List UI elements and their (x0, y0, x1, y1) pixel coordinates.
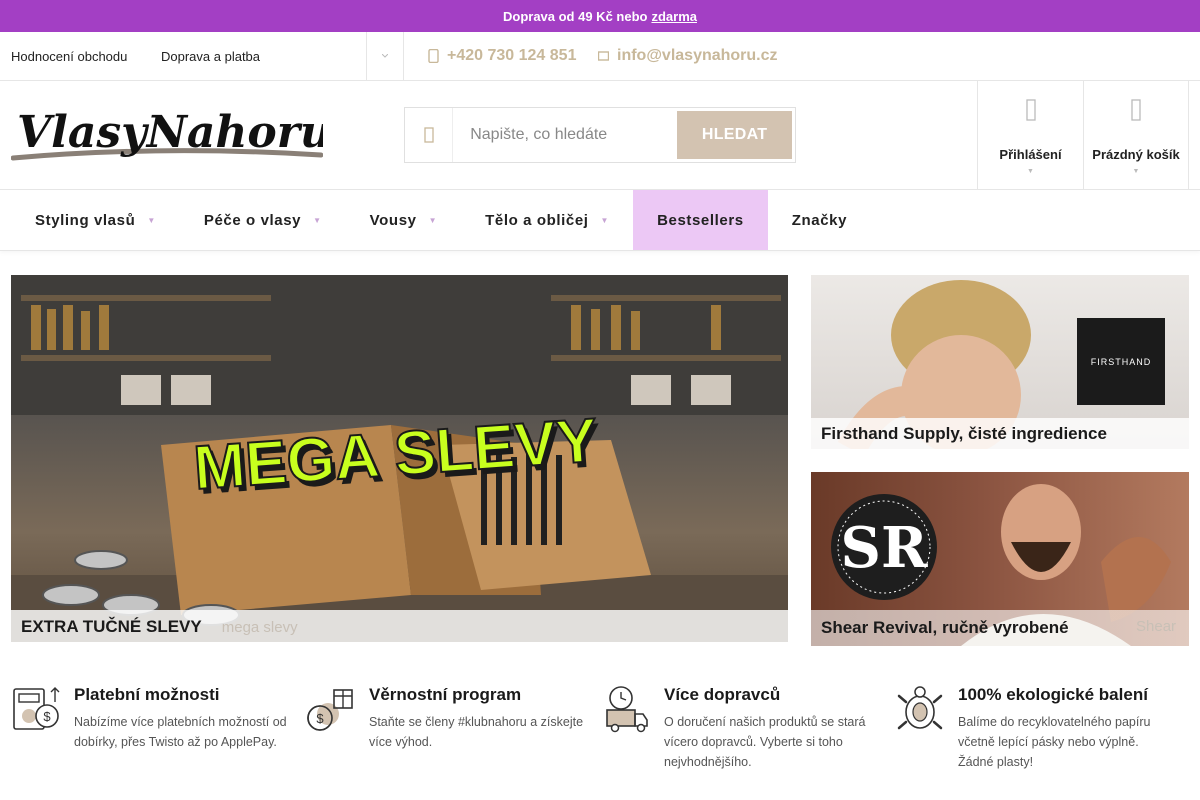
phone-icon (428, 49, 439, 63)
search-icon (423, 127, 434, 143)
mail-icon (598, 51, 609, 61)
hero-banner-shear-revival[interactable]: SR Shear Revival, ručně vyrobené Shear e… (811, 472, 1189, 646)
svg-text:$: $ (43, 709, 51, 724)
search-icon-wrap (405, 108, 454, 162)
hero-banner-firsthand[interactable]: FIRSTHAND Firsthand Supply, čisté ingred… (811, 275, 1189, 449)
logo[interactable]: VlasyNahoru (10, 103, 332, 165)
feature-title: 100% ekologické balení (958, 685, 1148, 704)
nav-brands[interactable]: Značky (768, 190, 871, 250)
nav-label: Tělo a obličej (485, 211, 589, 229)
site-header: VlasyNahoru HLEDAT Přihlášení ▼ Prázdný … (0, 81, 1200, 190)
nav-label: Bestsellers (657, 211, 744, 229)
search-input[interactable] (453, 108, 678, 162)
hero-main-subtitle: mega slevy (221, 619, 298, 636)
user-icon (1025, 99, 1036, 121)
firsthand-brand: FIRSTHAND (1091, 357, 1152, 367)
link-shipping-payment[interactable]: Doprava a platba (161, 49, 260, 64)
chevron-down-icon: ▼ (600, 215, 610, 225)
promo-link-free[interactable]: zdarma (651, 9, 697, 24)
phone-number: +420 730 124 851 (447, 47, 577, 64)
nav-label: Značky (791, 211, 848, 229)
hero-main-caption: EXTRA TUČNÉ SLEVY mega slevy (11, 610, 788, 642)
nav-styling[interactable]: Styling vlasů ▼ (11, 190, 180, 250)
nav-label: Vousy (369, 211, 417, 229)
feature-text: Balíme do recyklovatelného papíru včetně… (958, 715, 1151, 769)
nav-beards[interactable]: Vousy ▼ (346, 190, 461, 250)
chevron-down-icon: ▼ (1132, 168, 1140, 175)
chevron-down-icon: ▼ (428, 215, 438, 225)
login-button[interactable]: Přihlášení ▼ (977, 81, 1083, 189)
top-bar: Hodnocení obchodu Doprava a platba +420 … (0, 32, 1200, 81)
main-navigation: Styling vlasů ▼ Péče o vlasy ▼ Vousy ▼ Tělo… (0, 190, 1200, 251)
logo-text: VlasyNahoru (17, 107, 323, 158)
nav-hair-care[interactable]: Péče o vlasy ▼ (180, 190, 346, 250)
login-label: Přihlášení (999, 147, 1062, 162)
shear-revival-title: Shear Revival, ručně vyrobené (821, 618, 1069, 637)
features-row: $ Platební možnosti Nabízíme více plateb… (0, 682, 1200, 782)
svg-text:SR: SR (841, 515, 928, 581)
feature-title: Věrnostní program (369, 685, 522, 704)
nav-bestsellers[interactable]: Bestsellers (633, 190, 768, 250)
phone-link[interactable]: +420 730 124 851 (428, 47, 576, 65)
feature-title: Platební možnosti (74, 685, 220, 704)
feature-title: Více dopravců (664, 685, 781, 704)
more-links-button[interactable] (366, 32, 404, 80)
gift-coin-icon: $ (307, 689, 353, 731)
hero-banner-main[interactable]: MEGA SLEVY MEGA SLEVY EXTRA TUČNÉ SLEVY m… (11, 275, 788, 642)
shear-revival-ghost-text: Shear (1136, 618, 1177, 635)
turtle-eco-icon (897, 686, 943, 730)
feature-text: O doručení našich produktů se stará více… (664, 715, 866, 769)
feature-text: Nabízíme více platebních možností od dob… (74, 715, 287, 749)
chevron-down-icon: ▼ (313, 215, 322, 225)
hero-main-title: EXTRA TUČNÉ SLEVY (21, 617, 202, 636)
nav-body-face[interactable]: Tělo a obličej ▼ (461, 190, 633, 250)
chevron-down-icon: ▼ (147, 215, 156, 225)
payment-icon: $ (13, 687, 60, 730)
cart-icon (1131, 99, 1141, 121)
cart-button[interactable]: Prázdný košík ▼ (1083, 81, 1189, 189)
shear-revival-caption: Shear Revival, ručně vyrobené Shear eviv… (811, 596, 1189, 646)
hero-main-image: MEGA SLEVY MEGA SLEVY (11, 275, 788, 642)
search-bar: HLEDAT (404, 107, 796, 163)
delivery-icon (606, 686, 648, 733)
cart-label: Prázdný košík (1092, 147, 1180, 162)
logo-image: VlasyNahoru (10, 107, 332, 161)
chevron-down-icon: ▼ (1027, 168, 1034, 175)
search-button[interactable]: HLEDAT (677, 111, 792, 159)
email-link[interactable]: info@vlasynahoru.cz (598, 47, 778, 65)
nav-label: Styling vlasů (35, 211, 136, 229)
nav-label: Péče o vlasy (203, 211, 302, 229)
feature-text: Staňte se členy #klubnahoru a získejte v… (369, 715, 584, 749)
promo-bar: Doprava od 49 Kč nebo zdarma (0, 0, 1200, 32)
svg-text:$: $ (316, 711, 324, 726)
email-address: info@vlasynahoru.cz (617, 47, 778, 64)
link-store-rating[interactable]: Hodnocení obchodu (11, 49, 127, 64)
firsthand-caption: Firsthand Supply, čisté ingredience (811, 418, 1189, 449)
chevron-down-icon (382, 54, 388, 58)
promo-text: Doprava od 49 Kč nebo (502, 8, 648, 24)
